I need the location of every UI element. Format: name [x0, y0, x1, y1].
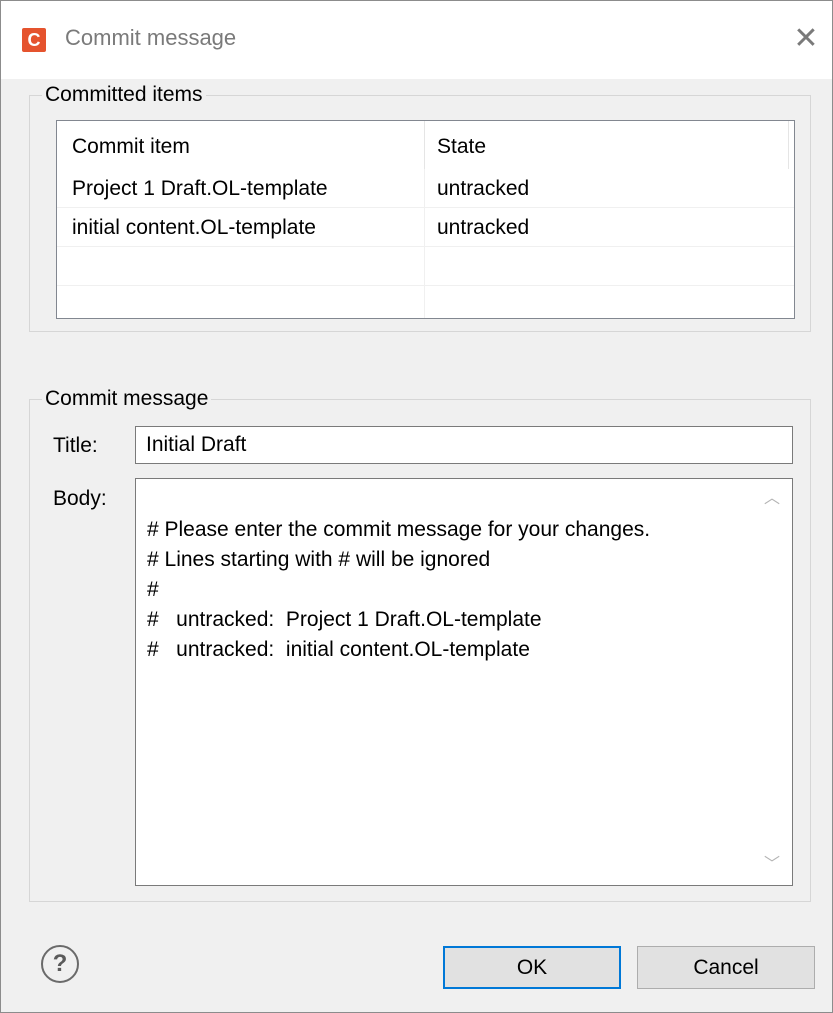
cancel-button[interactable]: Cancel [637, 946, 815, 989]
column-header-commit-item[interactable]: Commit item [57, 121, 425, 169]
scroll-down-icon[interactable]: ﹀ [762, 855, 782, 875]
commit-item-cell [57, 247, 425, 285]
app-logo-icon: C [22, 28, 46, 52]
table-row[interactable]: initial content.OL-template untracked [57, 208, 794, 247]
commit-dialog: C Commit message ✕ Committed items Commi… [0, 0, 833, 1013]
committed-items-table[interactable]: Commit item State Project 1 Draft.OL-tem… [56, 120, 795, 319]
body-textarea[interactable]: # Please enter the commit message for yo… [135, 478, 793, 886]
title-bar: C Commit message ✕ [1, 1, 832, 79]
state-cell [425, 247, 794, 285]
state-cell [425, 286, 794, 318]
close-icon[interactable]: ✕ [786, 19, 826, 59]
window-title: Commit message [65, 25, 237, 50]
body-label: Body: [53, 487, 107, 510]
state-cell: untracked [437, 216, 530, 239]
commit-item-cell: initial content.OL-template [57, 208, 425, 246]
table-header: Commit item State [57, 121, 794, 169]
help-icon[interactable]: ? [41, 945, 79, 983]
state-cell: untracked [437, 177, 530, 200]
scroll-up-icon[interactable]: ︿ [762, 489, 782, 509]
table-row[interactable]: Project 1 Draft.OL-template untracked [57, 169, 794, 208]
commit-item-cell: Project 1 Draft.OL-template [57, 169, 425, 207]
commit-message-legend: Commit message [45, 387, 209, 410]
ok-button[interactable]: OK [443, 946, 621, 989]
column-header-state[interactable]: State [425, 121, 789, 169]
title-input[interactable]: Initial Draft [135, 426, 793, 464]
body-text: # Please enter the commit message for yo… [147, 518, 651, 661]
table-row[interactable] [57, 286, 794, 318]
title-label: Title: [53, 434, 98, 457]
commit-item-cell [57, 286, 425, 318]
committed-items-legend: Committed items [45, 83, 203, 106]
table-row[interactable] [57, 247, 794, 286]
